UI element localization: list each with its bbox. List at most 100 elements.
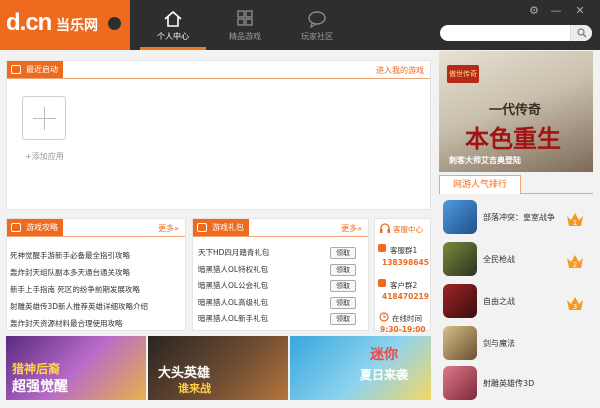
- guide-item[interactable]: 轰炸封天组队副本多天通台通关攻略: [10, 264, 148, 281]
- game-icon: [443, 326, 477, 360]
- banner-hunter[interactable]: 猎神后裔 超强觉醒: [6, 336, 146, 400]
- gift-icon: [197, 223, 207, 232]
- settings-icon[interactable]: ⚙: [526, 4, 542, 18]
- tab-featured-games[interactable]: 精品游戏: [212, 0, 278, 50]
- logo-text: 当乐网: [56, 17, 98, 33]
- crown-icon: 1: [567, 213, 583, 227]
- panel-title: 游戏礼包: [193, 219, 249, 236]
- ranking-item[interactable]: 剑与魔法: [443, 326, 593, 362]
- guide-item[interactable]: 轰炸封天资源材料最合理使用攻略: [10, 315, 148, 332]
- minimize-icon[interactable]: —: [548, 4, 564, 18]
- game-icon: [443, 242, 477, 276]
- game-name: 部落冲突：皇室战争: [483, 213, 555, 222]
- gift-name[interactable]: 暗黑猎人OL特权礼包: [198, 265, 268, 274]
- logo-dot: [108, 17, 121, 30]
- gift-name[interactable]: 暗黑猎人OL新手礼包: [198, 314, 268, 323]
- promo-line-1: 一代传奇: [489, 102, 542, 117]
- headset-icon: [380, 223, 390, 233]
- claim-button[interactable]: 领取: [330, 263, 356, 276]
- banner-title: 猎神后裔: [12, 362, 61, 376]
- service-group2-label: 客户群2: [390, 281, 418, 290]
- search-icon: [577, 28, 587, 38]
- claim-button[interactable]: 领取: [330, 313, 356, 325]
- service-group1-label: 客服群1: [390, 246, 418, 255]
- crown-icon: 2: [567, 255, 583, 269]
- add-app-label[interactable]: +添加应用: [25, 151, 64, 162]
- panel-header: 游戏礼包 更多»: [193, 219, 368, 237]
- tab-community[interactable]: 玩家社区: [284, 0, 350, 50]
- guides-list: 死神觉醒手游新手必备最全指引攻略 轰炸封天组队副本多天通台通关攻略 新手上手指南…: [10, 247, 148, 332]
- panel-title: 游戏攻略: [7, 219, 63, 236]
- banner-title: 大头英雄: [158, 365, 211, 380]
- claim-button[interactable]: 领取: [330, 280, 356, 292]
- gifts-list: 天下HD四月踏青礼包 领取 暗黑猎人OL特权礼包 领取 暗黑猎人OL公会礼包 领取 暗…: [198, 245, 356, 328]
- ranking-item[interactable]: 全民枪战 2: [443, 242, 593, 278]
- recent-launch-panel: 最近启动 进入我的游戏: [6, 60, 431, 210]
- ranking-item[interactable]: 射雕英雄传3D: [443, 366, 593, 402]
- game-icon: [443, 366, 477, 400]
- panel-header: 最近启动 进入我的游戏: [7, 61, 430, 79]
- book-icon: [11, 223, 21, 232]
- guide-item[interactable]: 射雕英雄传3D新人推荐英雄详细攻略介绍: [10, 298, 148, 315]
- search-input[interactable]: [440, 25, 592, 41]
- promo-line-2: 本色重生: [465, 127, 561, 153]
- crown-icon: 3: [567, 297, 583, 311]
- ranking-item[interactable]: 部落冲突：皇室战争 1: [443, 200, 593, 236]
- claim-button[interactable]: 领取: [330, 247, 356, 259]
- banner-summer[interactable]: 迷你 夏日来袭: [290, 336, 431, 400]
- game-icon: [443, 284, 477, 318]
- home-icon: [164, 10, 182, 27]
- promo-banner[interactable]: 傲世传奇 一代传奇 本色重生 刺客大师艾吉奥登陆: [439, 51, 593, 172]
- guides-more-link[interactable]: 更多»: [158, 223, 179, 234]
- online-hours-label: 在线时间: [392, 314, 422, 323]
- banner-big-head-heroes[interactable]: 大头英雄 谁来战: [148, 336, 288, 400]
- clock-icon: [379, 312, 389, 322]
- dcn-logo[interactable]: d.cn 当乐网: [0, 0, 130, 50]
- service-group1-number[interactable]: 138398645: [382, 258, 429, 267]
- guide-item[interactable]: 死神觉醒手游新手必备最全指引攻略: [10, 247, 148, 264]
- top-bar: d.cn 当乐网 个人中心 精品游戏 玩家社区 ⚙ — ✕: [0, 0, 600, 50]
- hot-ranking-title: 网游人气排行: [439, 175, 521, 194]
- grid-icon: [237, 10, 253, 26]
- service-group2-number[interactable]: 418470219: [382, 292, 429, 301]
- tab-label: 精品游戏: [229, 32, 261, 41]
- online-hours: 9:30-19:00: [380, 325, 426, 334]
- game-name: 剑与魔法: [483, 339, 515, 348]
- logo-mark: d.cn: [6, 9, 52, 36]
- gift-item: 暗黑猎人OL高级礼包 领取: [198, 295, 356, 312]
- game-name: 射雕英雄传3D: [483, 379, 535, 388]
- promo-line-3: 刺客大师艾吉奥登陆: [449, 156, 521, 165]
- game-icon: [443, 200, 477, 234]
- ranking-item[interactable]: 自由之战 3: [443, 284, 593, 320]
- panel-title: 最近启动: [7, 61, 63, 78]
- guide-item[interactable]: 新手上手指南 死区的纷争前期发展攻略: [10, 281, 148, 298]
- close-icon[interactable]: ✕: [572, 4, 588, 18]
- rank-number: 3: [573, 303, 577, 311]
- gift-name[interactable]: 天下HD四月踏青礼包: [198, 248, 269, 257]
- gift-item: 暗黑猎人OL新手礼包 领取: [198, 311, 356, 328]
- gift-item: 暗黑猎人OL特权礼包 领取: [198, 262, 356, 279]
- tab-label: 玩家社区: [301, 32, 333, 41]
- add-app-button[interactable]: [22, 96, 66, 140]
- panel-header: 游戏攻略 更多»: [7, 219, 185, 237]
- gift-name[interactable]: 暗黑猎人OL公会礼包: [198, 281, 268, 290]
- tab-personal-center[interactable]: 个人中心: [140, 0, 206, 50]
- gifts-more-link[interactable]: 更多»: [341, 223, 362, 234]
- gift-item: 暗黑猎人OL公会礼包 领取: [198, 278, 356, 295]
- hot-ranking-header: 网游人气排行: [439, 175, 593, 194]
- service-title: 客服中心: [393, 225, 423, 234]
- gamepad-icon: [11, 65, 21, 74]
- search-button[interactable]: [570, 25, 592, 41]
- my-games-link[interactable]: 进入我的游戏: [376, 65, 424, 76]
- banner-subtitle: 超强觉醒: [12, 378, 68, 394]
- claim-button[interactable]: 领取: [330, 296, 356, 309]
- chat-bubble-icon: [308, 11, 326, 28]
- gift-item: 天下HD四月踏青礼包 领取: [198, 245, 356, 262]
- group-icon: [378, 244, 386, 252]
- gift-name[interactable]: 暗黑猎人OL高级礼包: [198, 298, 268, 307]
- game-logo: 傲世传奇: [447, 65, 479, 83]
- game-name: 全民枪战: [483, 255, 515, 264]
- banner-subtitle: 夏日来袭: [360, 368, 409, 382]
- group-icon: [378, 279, 386, 287]
- tab-label: 个人中心: [157, 32, 189, 41]
